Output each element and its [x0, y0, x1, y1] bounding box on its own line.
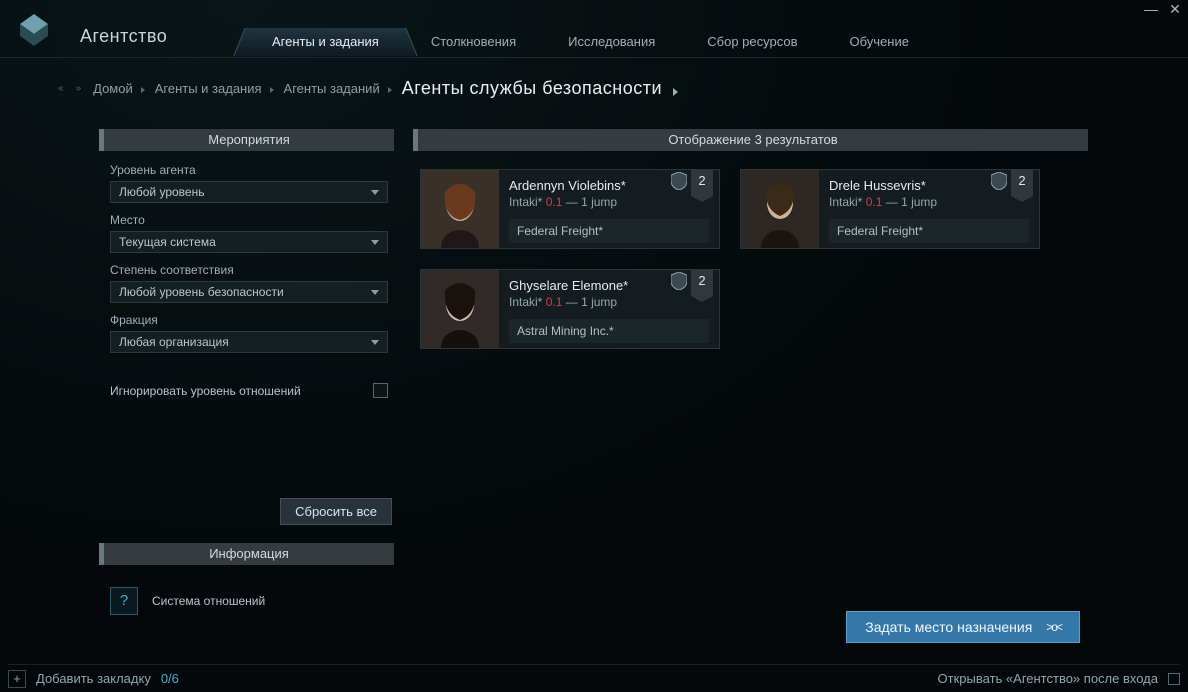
agent-location: Intaki* 0.1 — 1 jump [509, 295, 709, 309]
minimize-button[interactable]: — [1142, 2, 1160, 20]
info-header: Информация [104, 543, 394, 565]
security-select[interactable]: Любой уровень безопасности [110, 281, 388, 303]
close-button[interactable]: ✕ [1166, 2, 1184, 20]
set-destination-button[interactable]: Задать место назначения >o< [846, 611, 1080, 643]
reset-button[interactable]: Сбросить все [280, 498, 392, 525]
breadcrumb: « » Домой Агенты и задания Агенты задани… [0, 58, 1188, 111]
results-header-label: Отображение 3 результатов [668, 132, 837, 147]
filters-panel: Мероприятия Уровень агента Любой уровень… [104, 129, 394, 651]
agent-card[interactable]: 2 Drele Hussevris* Intaki* 0.1 — 1 jump … [740, 169, 1040, 249]
agent-card[interactable]: 2 Ghyselare Elemone* Intaki* 0.1 — 1 jum… [420, 269, 720, 349]
add-bookmark-button[interactable]: + [8, 670, 26, 688]
open-on-login-checkbox[interactable] [1168, 673, 1180, 685]
security-label: Степень соответствия [110, 263, 388, 277]
location-label: Место [110, 213, 388, 227]
page-title[interactable]: Агенты службы безопасности [402, 78, 676, 99]
tab-encounters[interactable]: Столкновения [405, 28, 542, 56]
crumb-mission-agents[interactable]: Агенты заданий [284, 81, 390, 96]
footer-bar: + Добавить закладку 0/6 Открывать «Агент… [8, 664, 1180, 688]
nav-forward-icon[interactable]: » [76, 83, 82, 94]
faction-select[interactable]: Любая организация [110, 331, 388, 353]
open-on-login-label: Открывать «Агентство» после входа [938, 671, 1158, 686]
agent-level-badge: 2 [1011, 170, 1033, 196]
crumb-home[interactable]: Домой [93, 81, 143, 96]
agent-corp: Federal Freight* [829, 219, 1029, 243]
help-icon[interactable]: ? [110, 587, 138, 615]
shield-icon [991, 172, 1007, 190]
agent-card[interactable]: 2 Ardennyn Violebins* Intaki* 0.1 — 1 ju… [420, 169, 720, 249]
agent-grid: 2 Ardennyn Violebins* Intaki* 0.1 — 1 ju… [418, 163, 1088, 355]
filters-header-label: Мероприятия [208, 132, 290, 147]
shield-icon [671, 172, 687, 190]
agent-location: Intaki* 0.1 — 1 jump [509, 195, 709, 209]
standings-link[interactable]: Система отношений [152, 594, 265, 608]
agent-level-badge: 2 [691, 270, 713, 296]
agent-level-badge: 2 [691, 170, 713, 196]
agency-window: Агентство — ✕ Агенты и задания Столкнове… [0, 0, 1188, 692]
tab-exploration[interactable]: Исследования [542, 28, 681, 56]
agent-corp: Federal Freight* [509, 219, 709, 243]
titlebar: Агентство — ✕ Агенты и задания Столкнове… [0, 0, 1188, 58]
warp-icon: >o< [1046, 620, 1061, 634]
agent-level-label: Уровень агента [110, 163, 388, 177]
filters-header: Мероприятия [104, 129, 394, 151]
agent-level-select[interactable]: Любой уровень [110, 181, 388, 203]
set-destination-label: Задать место назначения [865, 619, 1032, 635]
results-header: Отображение 3 результатов [418, 129, 1088, 151]
main-tabs: Агенты и задания Столкновения Исследован… [246, 28, 935, 56]
main-content: Мероприятия Уровень агента Любой уровень… [0, 111, 1188, 651]
window-title: Агентство [80, 26, 167, 47]
tab-training[interactable]: Обучение [824, 28, 935, 56]
agency-logo-icon [14, 10, 54, 50]
agent-portrait [741, 170, 819, 248]
tab-agents[interactable]: Агенты и задания [246, 28, 405, 56]
ignore-standing-checkbox[interactable] [373, 383, 388, 398]
agent-portrait [421, 270, 499, 348]
agent-location: Intaki* 0.1 — 1 jump [829, 195, 1029, 209]
nav-back-icon[interactable]: « [58, 83, 64, 94]
agent-portrait [421, 170, 499, 248]
info-header-label: Информация [209, 546, 289, 561]
agent-corp: Astral Mining Inc.* [509, 319, 709, 343]
shield-icon [671, 272, 687, 290]
bookmark-count: 0/6 [161, 671, 179, 686]
ignore-standing-label: Игнорировать уровень отношений [110, 384, 301, 398]
add-bookmark-label[interactable]: Добавить закладку [36, 671, 151, 686]
tab-resources[interactable]: Сбор ресурсов [681, 28, 823, 56]
location-select[interactable]: Текущая система [110, 231, 388, 253]
results-panel: Отображение 3 результатов 2 Ardennyn Vio… [418, 129, 1088, 651]
faction-label: Фракция [110, 313, 388, 327]
crumb-agents-missions[interactable]: Агенты и задания [155, 81, 272, 96]
